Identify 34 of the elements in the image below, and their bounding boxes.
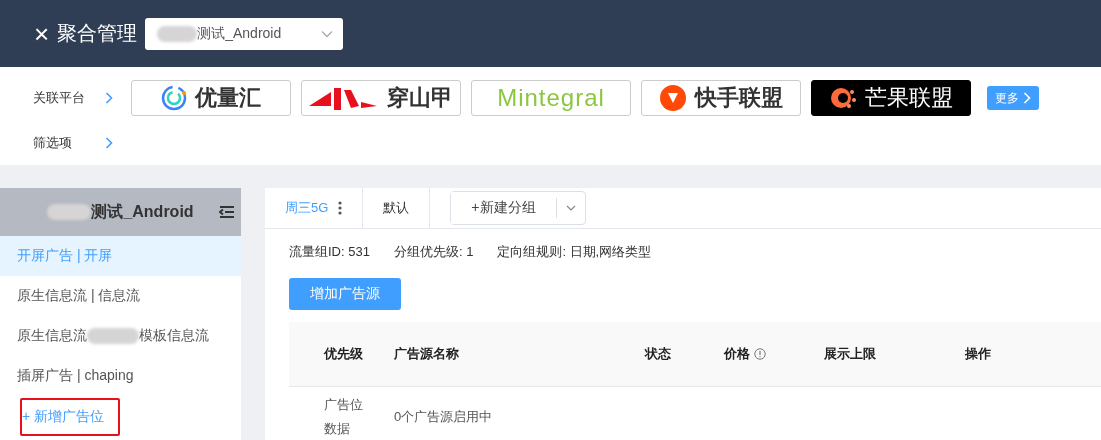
platform-logo-button[interactable]: 穿山甲 (301, 80, 461, 116)
sidebar-title: 测试_Android (91, 201, 194, 222)
chevron-right-icon (105, 92, 113, 104)
close-icon[interactable]: × (34, 20, 50, 47)
column-header: 价格 (724, 345, 750, 363)
group-info-text: 定向组规则: 日期,网络类型 (497, 243, 652, 261)
group-tab[interactable]: 默认 (363, 188, 431, 228)
more-vertical-icon[interactable] (338, 201, 343, 215)
column-header: 广告源名称 (394, 345, 459, 363)
sidebar-item[interactable]: 插屏广告 | chaping (0, 356, 241, 396)
group-info-text: 分组优先级: 1 (393, 243, 474, 261)
sidebar-item[interactable]: 原生信息流 | 信息流 (0, 276, 241, 316)
platform-logo-button[interactable]: 优量汇 (131, 80, 291, 116)
platform-logo-button[interactable]: 快手联盟 (641, 80, 801, 116)
table-cell-text: 广告位数据 (324, 396, 364, 438)
chevron-down-icon (321, 29, 334, 38)
ring-logo-icon (161, 85, 187, 111)
group-info-text: 流量组ID: 531 (289, 243, 370, 261)
column-header: 操作 (965, 345, 991, 363)
table-cell-text: 0个广告源启用中 (394, 408, 494, 426)
page-title: 聚合管理 (57, 21, 138, 46)
sidebar-item[interactable]: 原生信息流 模板信息流 (0, 316, 241, 356)
filter-label: 筛选项 (33, 134, 73, 152)
platform-logo-button[interactable]: 芒果联盟 (811, 80, 971, 116)
column-header: 状态 (645, 345, 671, 363)
chevron-right-icon (1023, 92, 1031, 104)
column-header: 展示上限 (824, 345, 876, 363)
menu-icon[interactable] (219, 206, 235, 218)
chevron-right-icon (105, 137, 113, 149)
platform-label: 关联平台 (33, 89, 86, 107)
chevron-down-icon (565, 205, 576, 211)
column-header: 优先级 (324, 345, 363, 363)
app-select[interactable]: 测试_Android (145, 17, 344, 50)
redaction-blur (87, 328, 139, 344)
